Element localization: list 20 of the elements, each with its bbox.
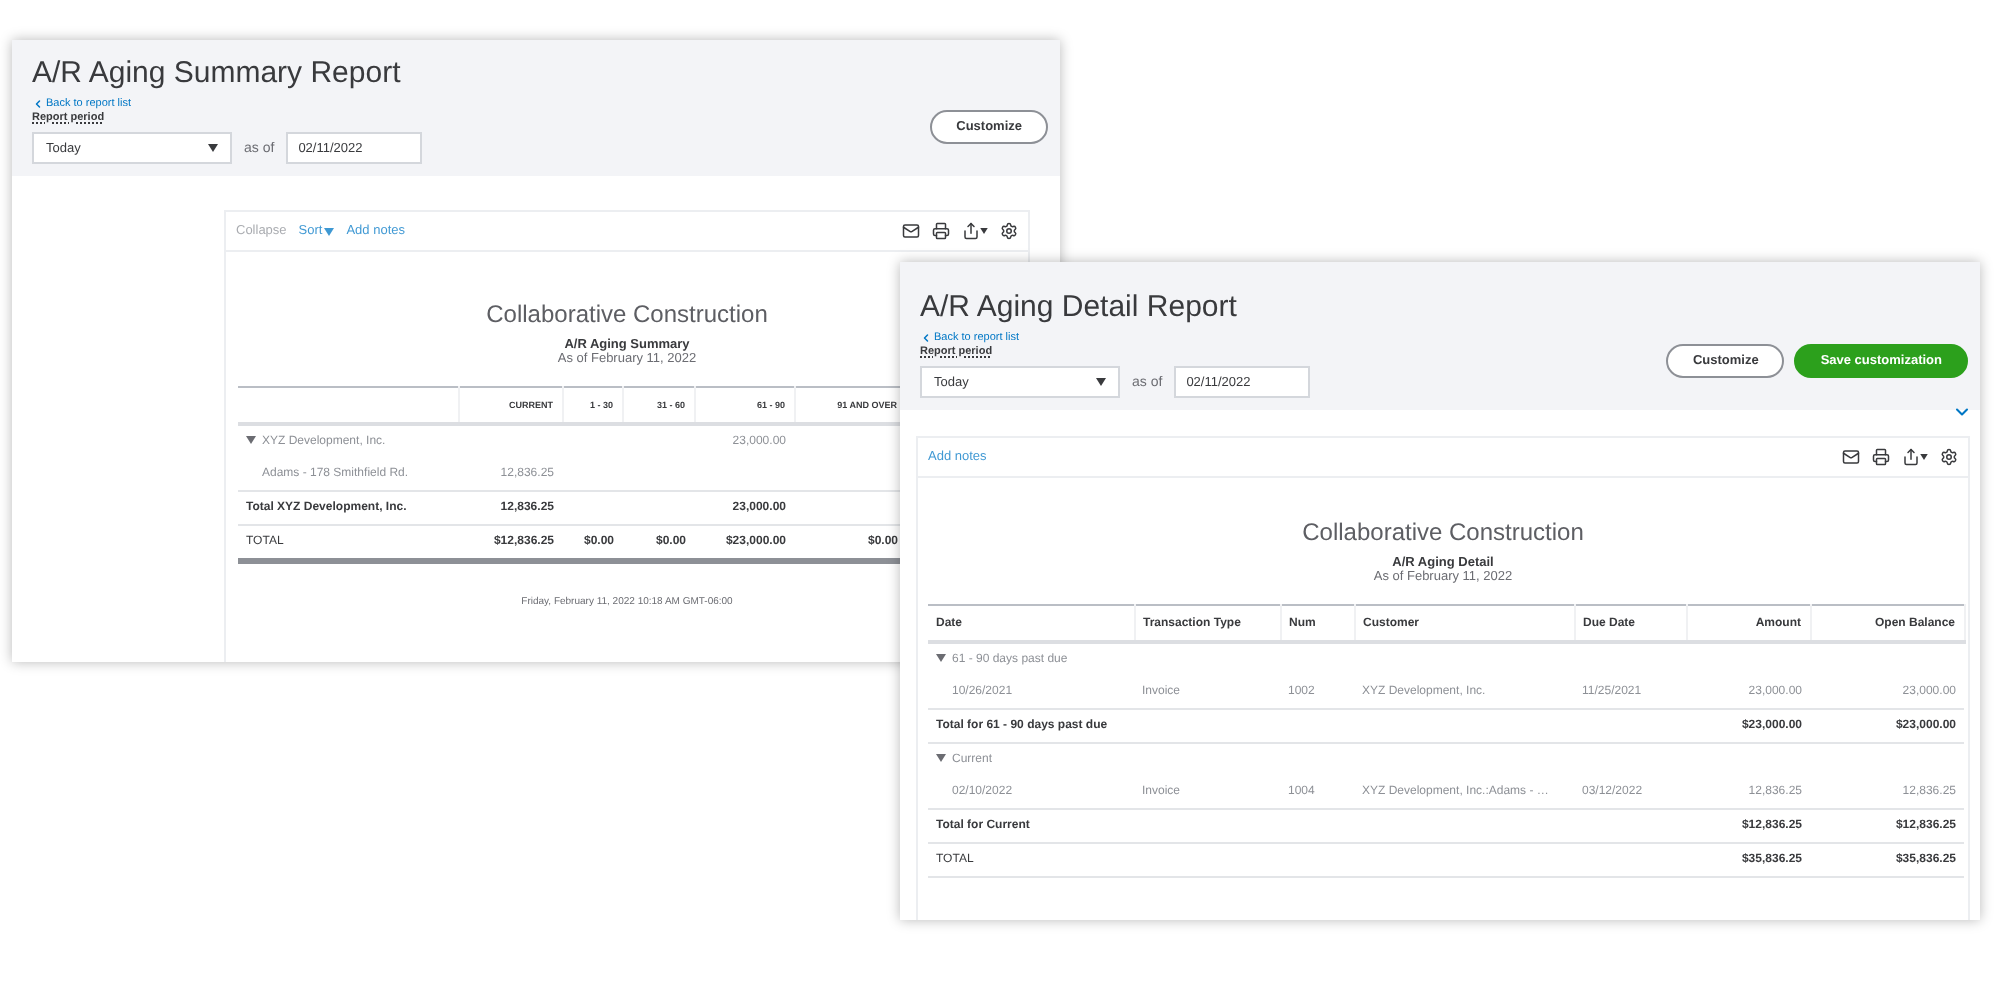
window-title: A/R Aging Detail Report xyxy=(920,290,1239,324)
caret-icon xyxy=(324,227,335,235)
settings-icon[interactable] xyxy=(1000,222,1018,240)
export-icon[interactable] xyxy=(1902,448,1928,466)
company-name: Collaborative Construction xyxy=(1302,518,1584,546)
print-icon[interactable] xyxy=(1872,448,1890,466)
caret-icon xyxy=(208,144,218,152)
email-icon[interactable] xyxy=(902,222,920,240)
caret-icon[interactable] xyxy=(936,754,946,763)
caret-icon[interactable] xyxy=(246,436,256,445)
export-icon[interactable] xyxy=(962,222,988,240)
chevron-left-icon xyxy=(920,332,932,344)
window-title: A/R Aging Summary Report xyxy=(32,56,403,90)
company-name: Collaborative Construction xyxy=(486,300,768,328)
settings-icon[interactable] xyxy=(1940,448,1958,466)
caret-icon[interactable] xyxy=(936,654,946,663)
chevron-left-icon xyxy=(32,98,44,110)
email-icon[interactable] xyxy=(1842,448,1860,466)
caret-icon xyxy=(1096,378,1106,386)
print-icon[interactable] xyxy=(932,222,950,240)
